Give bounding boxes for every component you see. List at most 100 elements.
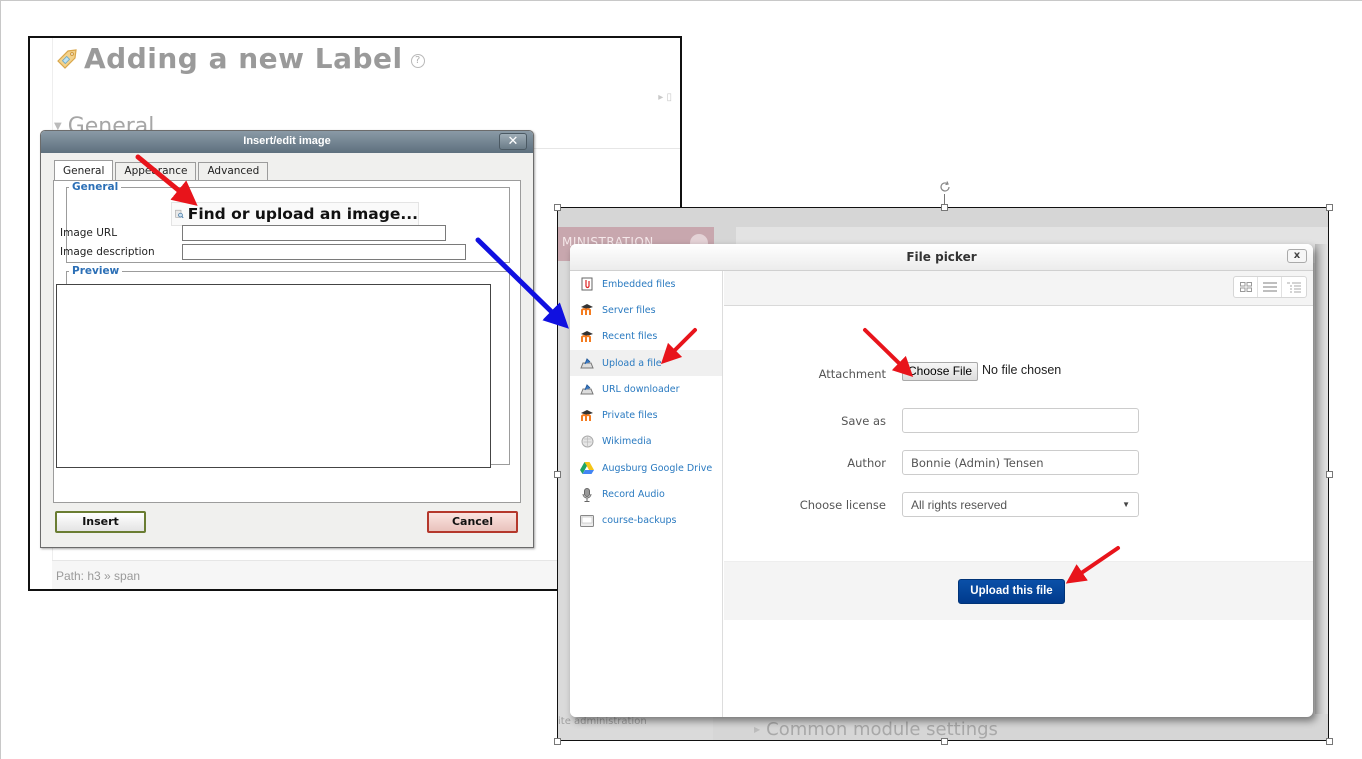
repository-label: Private files (602, 410, 658, 422)
upload-this-file-button[interactable]: Upload this file (958, 579, 1065, 604)
resize-handle[interactable] (1326, 738, 1333, 745)
no-file-chosen-text: No file chosen (982, 363, 1062, 377)
save-as-input[interactable] (902, 408, 1139, 433)
divider (510, 148, 680, 149)
tab-advanced[interactable]: Advanced (198, 162, 269, 180)
expand-all-icon[interactable]: ▸ ▯ (658, 92, 672, 103)
image-description-row: Image description (60, 244, 466, 260)
image-description-input[interactable] (182, 244, 466, 260)
moodle-icon (580, 303, 594, 317)
background-common-settings: ▶ Common module settings (754, 719, 998, 740)
view-mode-group (1233, 276, 1307, 298)
resize-handle[interactable] (554, 738, 561, 745)
repository-course-backups[interactable]: course-backups (570, 508, 722, 534)
repository-recent-files[interactable]: Recent files (570, 324, 722, 350)
folder-icon (580, 514, 594, 528)
upload-icon (580, 356, 594, 370)
repository-wikimedia[interactable]: Wikimedia (570, 429, 722, 455)
find-upload-image-button[interactable]: Find or upload an image... (171, 202, 419, 226)
dialog-titlebar[interactable]: Insert/edit image ✕ (41, 131, 533, 153)
repository-label: Upload a file (602, 357, 662, 369)
repository-google-drive[interactable]: Augsburg Google Drive (570, 455, 722, 481)
browse-magnifier-icon (175, 209, 184, 219)
help-icon[interactable]: ? (410, 53, 425, 68)
upload-footer: Upload this file (724, 561, 1313, 620)
moodle-icon (580, 330, 594, 344)
tree-view-button[interactable] (1282, 277, 1306, 297)
list-view-button[interactable] (1258, 277, 1282, 297)
background-site-admin: ite administration (558, 716, 647, 727)
resize-handle[interactable] (554, 204, 561, 211)
repository-label: Record Audio (602, 489, 665, 501)
repository-label: Server files (602, 304, 656, 316)
rotate-handle-icon[interactable] (938, 180, 952, 194)
dialog-title: Insert/edit image (243, 135, 331, 147)
attachment-row: Attachment Choose File No file chosen (724, 361, 1061, 381)
wikimedia-icon (580, 435, 594, 449)
image-url-label: Image URL (60, 227, 118, 239)
resize-handle[interactable] (941, 204, 948, 211)
save-as-label: Save as (841, 413, 886, 428)
repository-label: Recent files (602, 331, 658, 343)
background-scroll-shade (1315, 244, 1328, 714)
file-picker-header[interactable]: File picker x (570, 244, 1313, 271)
file-picker-dialog: File picker x Embedded files Server file… (570, 244, 1313, 717)
license-row: Choose license All rights reserved ▼ (724, 492, 1139, 517)
author-input[interactable] (902, 450, 1139, 475)
url-download-icon (580, 382, 594, 396)
repository-list: Embedded files Server files Recent files… (570, 271, 723, 717)
general-legend: General (72, 181, 119, 193)
author-label: Author (847, 455, 886, 470)
tab-appearance[interactable]: Appearance (115, 162, 197, 180)
choose-file-button[interactable]: Choose File (902, 361, 979, 381)
tab-general[interactable]: General (54, 160, 114, 180)
license-select[interactable]: All rights reserved ▼ (902, 492, 1139, 517)
repository-upload-a-file[interactable]: Upload a file (570, 349, 722, 377)
preview-legend: Preview (72, 265, 120, 277)
close-button[interactable]: x (1287, 249, 1307, 263)
icons-view-button[interactable] (1234, 277, 1258, 297)
image-url-row: Image URL (60, 225, 446, 241)
attachment-label: Attachment (818, 367, 886, 381)
moodle-icon (580, 409, 594, 423)
close-button[interactable]: ✕ (499, 133, 527, 150)
license-label: Choose license (799, 497, 886, 512)
tree-icon (1287, 282, 1301, 292)
label-tag-icon (57, 48, 77, 69)
cancel-button[interactable]: Cancel (427, 511, 518, 533)
repository-label: URL downloader (602, 383, 680, 395)
repository-embedded-files[interactable]: Embedded files (570, 271, 722, 297)
caret-right-icon: ▶ (754, 725, 761, 734)
find-upload-label: Find or upload an image... (187, 205, 418, 223)
repository-label: Wikimedia (602, 436, 652, 448)
insert-button[interactable]: Insert (55, 511, 146, 533)
image-url-input[interactable] (182, 225, 446, 241)
repository-record-audio[interactable]: Record Audio (570, 481, 722, 507)
microphone-icon (580, 487, 594, 502)
repository-label: Augsburg Google Drive (602, 462, 713, 474)
repository-label: Embedded files (602, 278, 676, 290)
image-preview-area (56, 284, 491, 468)
rotate-handle-stem (944, 194, 945, 205)
page-heading: Adding a new Label (84, 42, 403, 75)
embedded-files-icon (580, 277, 594, 291)
resize-handle[interactable] (941, 738, 948, 745)
grid-icon (1239, 282, 1252, 292)
list-icon (1262, 282, 1277, 292)
author-row: Author (724, 450, 1139, 475)
dropdown-arrow-icon: ▼ (1122, 500, 1130, 509)
file-picker-title: File picker (906, 250, 977, 264)
insert-image-dialog: Insert/edit image ✕ General Appearance A… (40, 130, 534, 548)
common-settings-label: Common module settings (766, 719, 998, 740)
resize-handle[interactable] (1326, 204, 1333, 211)
resize-handle[interactable] (1326, 471, 1333, 478)
google-drive-icon (580, 461, 594, 475)
repository-server-files[interactable]: Server files (570, 297, 722, 323)
dialog-tabs: General Appearance Advanced (54, 160, 269, 180)
resize-handle[interactable] (554, 471, 561, 478)
repository-label: course-backups (602, 515, 677, 527)
image-description-label: Image description (60, 246, 155, 258)
repository-url-downloader[interactable]: URL downloader (570, 376, 722, 402)
repository-private-files[interactable]: Private files (570, 402, 722, 428)
license-selected-value: All rights reserved (911, 497, 1008, 512)
